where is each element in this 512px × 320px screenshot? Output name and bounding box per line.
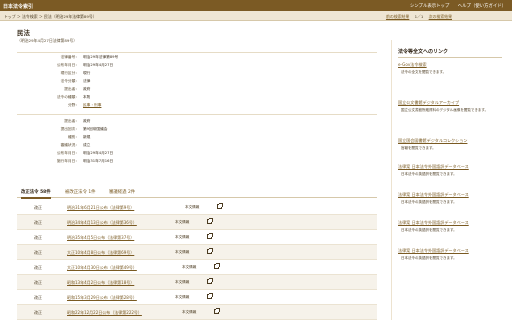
- sidebar-item: 法律案 日本法令外国語訳データベース 日本法令の英語訳を閲覧できます。: [398, 248, 502, 261]
- table-row: 改正 明治31年6月21日公布（法律第9号） 本文情報: [17, 200, 377, 215]
- tab-revised-laws[interactable]: 被改正法令 1件: [65, 189, 96, 195]
- revision-type: 改正: [34, 250, 42, 255]
- sidebar-item-desc: 日本法令の英語訳を閲覧できます。: [401, 172, 457, 176]
- revision-type: 改正: [34, 220, 42, 225]
- external-link-icon[interactable]: [217, 203, 223, 209]
- info-row: 審議状況： 成立: [60, 143, 91, 147]
- revision-link[interactable]: 昭和15年3月29日公布（法律第28号）: [67, 295, 137, 301]
- table-row: 改正 昭和13年4月2日公布（法律第18号） 本文情報: [17, 275, 377, 290]
- external-link-icon[interactable]: [214, 308, 220, 314]
- revision-link[interactable]: 昭和13年4月2日公布（法律第18号）: [67, 280, 134, 286]
- law-title: 民法: [17, 29, 30, 37]
- revision-type: 改正: [34, 205, 42, 210]
- info-row: 法令の種類： 本則: [56, 95, 91, 99]
- table-row: 改正 明治34年4月13日公布（法律第36号） 本文情報: [17, 215, 377, 230]
- revision-link[interactable]: 昭和22年12月22日公布（法律第222号）: [67, 310, 142, 316]
- sidebar-item: e-Gov法令検索 法令の全文を閲覧できます。: [398, 62, 502, 75]
- sidebar-link[interactable]: 法律案 日本法令外国語訳データベース: [398, 220, 502, 226]
- law-subtitle: （明治29年4月27日法律第89号）: [17, 38, 78, 43]
- external-link-icon[interactable]: [207, 293, 213, 299]
- breadcrumb[interactable]: トップ ＞ 法令検索 ＞ 民法（明治29年法律第89号）: [4, 14, 97, 20]
- text-info-label: 本文情報: [175, 250, 190, 254]
- sidebar-item-desc: 国立公文書館所蔵資料のデジタル画像を閲覧できます。: [401, 108, 489, 112]
- text-info-label: 本文情報: [175, 295, 190, 299]
- table-row: 改正 大正10年4月30日公布（法律第49号） 本文情報: [17, 260, 377, 275]
- sidebar-item: 国立国会図書館デジタルコレクション 官報を閲覧できます。: [398, 138, 502, 151]
- sidebar-link[interactable]: e-Gov法令検索: [398, 62, 502, 68]
- revision-type: 改正: [34, 310, 42, 315]
- sidebar-item: 法律案 日本法令外国語訳データベース 日本法令の英語訳を閲覧できます。: [398, 192, 502, 205]
- info-row: 公布年月日： 明治29年4月27日: [56, 151, 114, 155]
- result-nav: 前の検索結果 1／1 次の検索結果: [382, 14, 452, 20]
- info-row: 現行区分： 現行: [60, 71, 91, 75]
- text-info-label: 本文情報: [175, 235, 190, 239]
- top-links: シンプル表示トップ ヘルプ（使い方ガイド）: [403, 3, 506, 9]
- revision-link[interactable]: 明治34年4月13日公布（法律第36号）: [67, 220, 137, 226]
- sidebar-link[interactable]: 国立公文書館デジタルアーカイブ: [398, 100, 502, 106]
- info-row: 法律番号： 明治29年法律第89号: [60, 55, 119, 59]
- info-row: 提出者： 政府: [64, 87, 91, 91]
- sidebar: 法令等全文へのリンク e-Gov法令検索 法令の全文を閲覧できます。 国立公文書…: [391, 40, 504, 320]
- result-position: 1／1: [414, 14, 424, 19]
- info-row: 種別： 新規: [67, 135, 91, 139]
- breadcrumb-bar: トップ ＞ 法令検索 ＞ 民法（明治29年法律第89号） 前の検索結果 1／1 …: [0, 11, 512, 21]
- external-link-icon[interactable]: [207, 248, 213, 254]
- revision-list: 改正 明治31年6月21日公布（法律第9号） 本文情報 改正 明治34年4月13…: [17, 200, 377, 320]
- revision-type: 改正: [34, 280, 42, 285]
- external-link-icon[interactable]: [207, 278, 213, 284]
- text-info-label: 本文情報: [182, 310, 197, 314]
- sidebar-link[interactable]: 法律案 日本法令外国語訳データベース: [398, 164, 502, 170]
- tab-revising-laws[interactable]: 改正法令 58件: [21, 189, 51, 199]
- tab-deliberation[interactable]: 審議経過 2件: [109, 189, 135, 195]
- revision-type: 改正: [34, 265, 42, 270]
- top-bar: 日本法令索引 シンプル表示トップ ヘルプ（使い方ガイド）: [0, 0, 512, 11]
- table-row: 改正 昭和15年3月29日公布（法律第28号） 本文情報: [17, 290, 377, 305]
- table-row: 改正 大正10年4月8日公布（法律第69号） 本文情報: [17, 245, 377, 260]
- sidebar-item-desc: 官報を閲覧できます。: [401, 146, 436, 150]
- text-info-label: 本文情報: [185, 205, 200, 209]
- info-row: 分野： 民事・刑事: [67, 103, 102, 107]
- external-link-icon[interactable]: [207, 218, 213, 224]
- info-row: 法令分類： 法律: [60, 79, 91, 83]
- law-header: 民法 （明治29年4月27日法律第89号）: [0, 22, 380, 50]
- text-info-label: 本文情報: [175, 220, 190, 224]
- text-info-label: 本文情報: [175, 280, 190, 284]
- sidebar-item: 国立公文書館デジタルアーカイブ 国立公文書館所蔵資料のデジタル画像を閲覧できます…: [398, 100, 502, 113]
- sidebar-item-desc: 日本法令の英語訳を閲覧できます。: [401, 256, 457, 260]
- info-row: 施行年月日： 明治31年7月16日: [56, 159, 114, 163]
- site-title[interactable]: 日本法令索引: [3, 3, 33, 10]
- sidebar-heading: 法令等全文へのリンク: [398, 49, 449, 55]
- sidebar-divider: [398, 57, 502, 58]
- info-row: 公布年月日： 明治29年4月27日: [56, 63, 114, 67]
- law-info-table: 法律番号： 明治29年法律第89号 公布年月日： 明治29年4月27日 現行区分：現…: [17, 52, 377, 110]
- sidebar-item-desc: 日本法令の英語訳を閲覧できます。: [401, 228, 457, 232]
- sidebar-item-desc: 日本法令の英語訳を閲覧できます。: [401, 200, 457, 204]
- sidebar-item: 法律案 日本法令外国語訳データベース 日本法令の英語訳を閲覧できます。: [398, 164, 502, 177]
- info-row: 提出回次： 第9回帝国議会: [60, 127, 108, 131]
- revision-tabs: 改正法令 58件 被改正法令 1件 審議経過 2件: [17, 186, 377, 199]
- revision-link[interactable]: 大正10年4月30日公布（法律第49号）: [67, 265, 137, 271]
- next-result-link[interactable]: 次の検索結果: [429, 14, 452, 19]
- table-row: 改正 昭和22年12月22日公布（法律第222号） 本文情報: [17, 305, 377, 320]
- bill-info-table: 提出者： 政府 提出回次： 第9回帝国議会 種別： 新規 審議状況： 成立 公布年月日：…: [17, 114, 377, 168]
- info-row: 提出者： 政府: [64, 119, 91, 123]
- external-link-icon[interactable]: [207, 233, 213, 239]
- sidebar-link[interactable]: 国立国会図書館デジタルコレクション: [398, 138, 502, 144]
- simple-top-link[interactable]: シンプル表示トップ: [410, 4, 449, 9]
- text-info-label: 本文情報: [182, 265, 197, 269]
- revision-link[interactable]: 明治35年4月5日公布（法律第37号）: [67, 235, 134, 241]
- sidebar-link[interactable]: 法律案 日本法令外国語訳データベース: [398, 192, 502, 198]
- sidebar-item-desc: 法令の全文を閲覧できます。: [401, 70, 447, 74]
- prev-result-link[interactable]: 前の検索結果: [386, 14, 409, 19]
- revision-type: 改正: [34, 295, 42, 300]
- sidebar-link[interactable]: 法律案 日本法令外国語訳データベース: [398, 248, 502, 254]
- table-row: 改正 明治35年4月5日公布（法律第37号） 本文情報: [17, 230, 377, 245]
- revision-link[interactable]: 明治31年6月21日公布（法律第9号）: [67, 205, 134, 211]
- revision-link[interactable]: 大正10年4月8日公布（法律第69号）: [67, 250, 134, 256]
- help-link[interactable]: ヘルプ（使い方ガイド）: [458, 4, 506, 9]
- sidebar-item: 法律案 日本法令外国語訳データベース 日本法令の英語訳を閲覧できます。: [398, 220, 502, 233]
- revision-type: 改正: [34, 235, 42, 240]
- external-link-icon[interactable]: [214, 263, 220, 269]
